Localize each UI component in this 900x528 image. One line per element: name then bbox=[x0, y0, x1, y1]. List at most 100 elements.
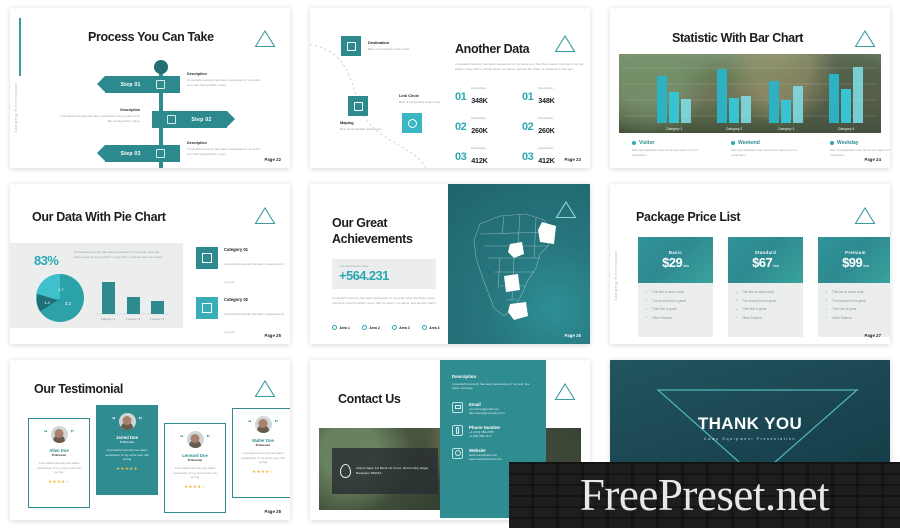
slide-cell-pricing[interactable]: Camping Presentation Package Price List … bbox=[600, 176, 900, 352]
feature-item: This line is about what bbox=[826, 290, 885, 295]
side-rail-text: Camping Presentation bbox=[614, 250, 618, 301]
page-title: Statistic With Bar Chart bbox=[672, 31, 804, 45]
page-title: Our Great Achievements bbox=[332, 216, 413, 247]
testimonial-card[interactable]: “ ” Walter Doe Profession A wonderful se… bbox=[232, 408, 290, 498]
page-number: Page 22 bbox=[264, 157, 281, 162]
slide-another-data[interactable]: Destination Best of perspiciatis unde om… bbox=[310, 8, 590, 168]
category-desc: A wonderful serenity has taken possessio… bbox=[224, 262, 285, 284]
quote-close-icon: ” bbox=[274, 420, 279, 428]
rating-stars: ★★★★☆ bbox=[48, 478, 70, 484]
page-number: Page 26 bbox=[564, 333, 581, 338]
step-arrow-2[interactable]: Step 02 bbox=[152, 111, 235, 128]
slide-cell-pie-chart[interactable]: Our Data With Pie Chart 83% A wonderful … bbox=[0, 176, 300, 352]
testimonial-role: Profession bbox=[255, 443, 271, 447]
contact-block[interactable]: Email yourname@gmail.com othername@compa… bbox=[452, 401, 534, 416]
pricing-card-header: Basic $29 /mo bbox=[638, 237, 713, 283]
stat-text: Description 412K bbox=[471, 146, 488, 168]
testimonial-quote: A wonderful serenity has taken possessio… bbox=[36, 461, 82, 474]
category-item[interactable]: Category 02 A wonderful serenity has tak… bbox=[196, 297, 286, 338]
maping-icon-box[interactable] bbox=[348, 96, 368, 116]
contact-line: www.ourwebsitesub.com bbox=[469, 457, 503, 461]
chart-legend: Visitor Sed ut perspiciatis unde omnis i… bbox=[632, 140, 890, 157]
slide-achievements[interactable]: Page 26 Our Great Achievements Your Desc… bbox=[310, 184, 590, 344]
desc-title: Description bbox=[187, 72, 207, 76]
area-option[interactable]: Area 2 bbox=[361, 325, 380, 330]
category-list: Category 01 A wonderful serenity has tak… bbox=[196, 247, 286, 344]
slide-cell-bar-chart[interactable]: Statistic With Bar Chart Category 1 Cate… bbox=[600, 0, 900, 176]
rating-stars: ★★★★★ bbox=[116, 465, 138, 471]
contact-block[interactable]: Website www.ourwebsite.com www.ourwebsit… bbox=[452, 447, 534, 462]
linkcircle-icon-box[interactable] bbox=[402, 113, 422, 133]
testimonial-card[interactable]: “ ” Jarred Doe Profession A wonderful se… bbox=[96, 405, 158, 495]
slide-cell-process[interactable]: Camping Presentation Process You Can Tak… bbox=[0, 0, 300, 176]
legend-desc: Sed ut perspiciatis unde omnis iste natu… bbox=[632, 148, 698, 157]
step-arrow-3[interactable]: Step 03 bbox=[97, 145, 180, 162]
plan-price: $67 bbox=[752, 255, 773, 270]
contact-desc-title: Description bbox=[452, 374, 477, 379]
slide-process[interactable]: Camping Presentation Process You Can Tak… bbox=[10, 8, 290, 168]
area-option[interactable]: Area 3 bbox=[391, 325, 410, 330]
slide-cell-achievements[interactable]: Page 26 Our Great Achievements Your Desc… bbox=[300, 176, 600, 352]
phone-icon bbox=[452, 424, 463, 436]
address-box: Aditya Nagar 1st Block 1st Cross, Rammur… bbox=[332, 448, 438, 494]
category-item[interactable]: Category 01 A wonderful serenity has tak… bbox=[196, 247, 286, 288]
area-option[interactable]: Area 4 bbox=[421, 325, 440, 330]
circle-icon bbox=[407, 118, 417, 128]
contact-block[interactable]: Phone Number +1 (213) 368-2785 +1 836 45… bbox=[452, 424, 534, 439]
category-icon-box bbox=[196, 297, 218, 319]
compass-icon bbox=[155, 149, 165, 158]
node-link-circle: Link Circle Best of perspiciatis unde om… bbox=[399, 93, 451, 104]
destination-icon-box[interactable] bbox=[341, 36, 361, 56]
stat-item: 02 Description 260K bbox=[455, 116, 488, 138]
plan-period: /mo bbox=[863, 264, 869, 268]
svg-text:Category 1: Category 1 bbox=[101, 317, 116, 321]
legend-item: Visitor Sed ut perspiciatis unde omnis i… bbox=[632, 140, 704, 157]
legend-desc: Sed ut perspiciatis unde omnis iste natu… bbox=[830, 148, 890, 157]
feature-item: Third line is great bbox=[646, 307, 705, 312]
slide-cell-testimonial[interactable]: Our Testimonial “ ” Allen Doe Profession… bbox=[0, 352, 300, 528]
pricing-card[interactable]: Standard $67 /mo This line is about what… bbox=[728, 237, 803, 337]
pricing-card[interactable]: Premium $99 /mo This line is about what … bbox=[818, 237, 890, 337]
slide-testimonial[interactable]: Our Testimonial “ ” Allen Doe Profession… bbox=[10, 360, 290, 520]
achievement-desc: A wonderful serenity has taken possessio… bbox=[332, 296, 437, 305]
slide-cell-another-data[interactable]: Destination Best of perspiciatis unde om… bbox=[300, 0, 600, 176]
testimonial-quote: A wonderful serenity has taken possessio… bbox=[104, 448, 150, 461]
legend-dot-icon bbox=[830, 141, 834, 145]
node-sub: Best of perspiciatis unde omnis bbox=[368, 46, 410, 51]
thankyou-subtitle: Camp Equipment Presentation bbox=[703, 437, 797, 441]
title-line-2: Achievements bbox=[332, 231, 413, 246]
slide-pie-chart[interactable]: Our Data With Pie Chart 83% A wonderful … bbox=[10, 184, 290, 344]
slide-bar-chart[interactable]: Statistic With Bar Chart Category 1 Cate… bbox=[610, 8, 890, 168]
stat-number: 02 bbox=[522, 121, 534, 133]
feature-item: The second line is great bbox=[646, 299, 705, 304]
testimonial-card[interactable]: “ ” Leonard Doe Profession A wonderful s… bbox=[164, 423, 226, 513]
stat-item: 03 Description 412K bbox=[455, 146, 488, 168]
percent-value: 83% bbox=[34, 253, 59, 268]
triangle-outline-icon bbox=[854, 206, 876, 225]
area-label: Area 1 bbox=[339, 325, 350, 330]
area-option[interactable]: Area 1 bbox=[332, 325, 350, 330]
triangle-outline-icon bbox=[254, 206, 276, 225]
area-label: Area 2 bbox=[369, 325, 380, 330]
step-arrow-1[interactable]: Step 01 bbox=[97, 76, 180, 93]
quote-open-icon: “ bbox=[44, 430, 48, 438]
node-label: Link Circle bbox=[399, 93, 419, 98]
watermark-text: FreePreset.net bbox=[579, 470, 830, 520]
pricing-card[interactable]: Basic $29 /mo This line is about what Th… bbox=[638, 237, 713, 337]
page-title: Package Price List bbox=[636, 210, 741, 224]
step-label: Step 03 bbox=[120, 150, 141, 157]
svg-text:1.7: 1.7 bbox=[58, 287, 64, 292]
stat-text: Description 348K bbox=[471, 86, 488, 108]
slide-pricing[interactable]: Camping Presentation Package Price List … bbox=[610, 184, 890, 344]
stat-value: 348K bbox=[538, 96, 555, 105]
globe-icon bbox=[452, 447, 463, 459]
feature-item: Other Feature bbox=[736, 316, 795, 321]
thankyou-title: THANK YOU bbox=[697, 414, 803, 433]
watermark: FreePreset.net bbox=[509, 462, 900, 528]
stats-left: 01 Description 348K 02 Description 260K … bbox=[455, 86, 488, 168]
page-title: Contact Us bbox=[338, 392, 401, 406]
feature-item: Third line is great bbox=[826, 307, 885, 312]
legend-item: Weekday Sed ut perspiciatis unde omnis i… bbox=[830, 140, 890, 157]
stat-desc: Description bbox=[471, 86, 487, 90]
testimonial-card[interactable]: “ ” Allen Doe Profession A wonderful ser… bbox=[28, 418, 90, 508]
